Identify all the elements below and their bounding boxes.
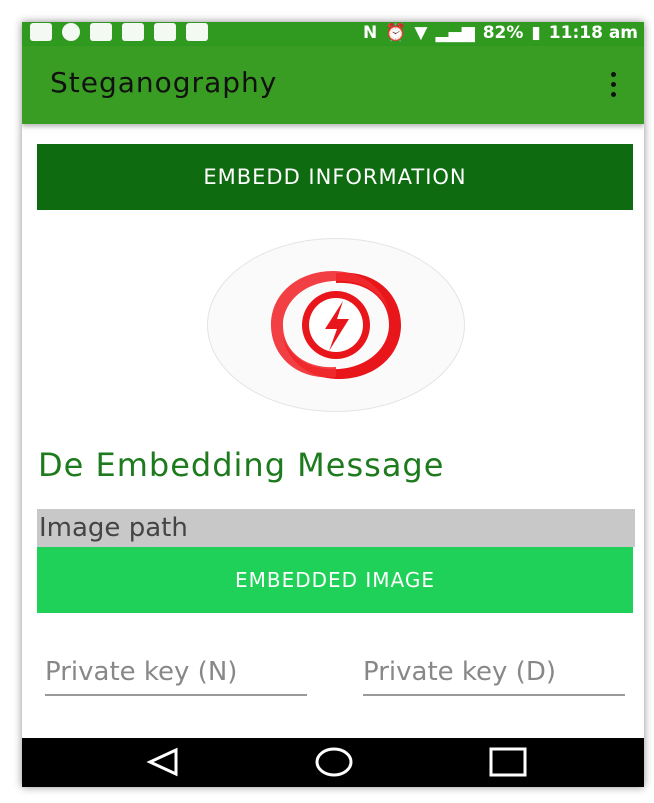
chat-icon — [30, 23, 52, 41]
private-key-n-input[interactable]: Private key (N) — [45, 654, 307, 696]
app-bar: Steganography — [22, 46, 644, 124]
clock-time: 11:18 am — [548, 23, 638, 43]
lightning-swirl-icon — [271, 271, 401, 379]
embedded-image-button[interactable]: EMBEDDED IMAGE — [37, 547, 633, 613]
app-icon — [122, 23, 144, 41]
recents-icon[interactable] — [488, 746, 528, 778]
status-system-icons: N ⏰ ▼ ▂▄▆ 82% ▮ 11:18 am — [363, 23, 638, 43]
section-title: De Embedding Message — [38, 446, 445, 484]
battery-icon: ▮ — [531, 23, 541, 43]
navigation-bar — [22, 738, 644, 787]
wifi-icon: ▼ — [414, 23, 428, 43]
book-icon — [186, 23, 208, 41]
image-path-field[interactable]: Image path — [37, 509, 635, 547]
signal-icon: ▂▄▆ — [435, 23, 475, 43]
video-icon — [90, 23, 112, 41]
battery-level: 82% — [482, 23, 524, 43]
more-vert-icon[interactable] — [610, 72, 618, 102]
clock-icon — [62, 23, 80, 41]
phone-screen: N ⏰ ▼ ▂▄▆ 82% ▮ 11:18 am Steganography E… — [22, 22, 644, 787]
bible-icon — [154, 23, 176, 41]
nfc-icon: N — [363, 23, 378, 43]
status-notification-icons — [30, 23, 208, 41]
private-key-d-input[interactable]: Private key (D) — [363, 654, 625, 696]
back-icon[interactable] — [144, 746, 180, 778]
alarm-icon: ⏰ — [385, 23, 407, 43]
embed-information-button[interactable]: EMBEDD INFORMATION — [37, 144, 633, 210]
app-logo — [207, 238, 465, 412]
status-bar: N ⏰ ▼ ▂▄▆ 82% ▮ 11:18 am — [22, 22, 644, 46]
home-icon[interactable] — [314, 746, 354, 778]
app-title: Steganography — [50, 66, 278, 99]
